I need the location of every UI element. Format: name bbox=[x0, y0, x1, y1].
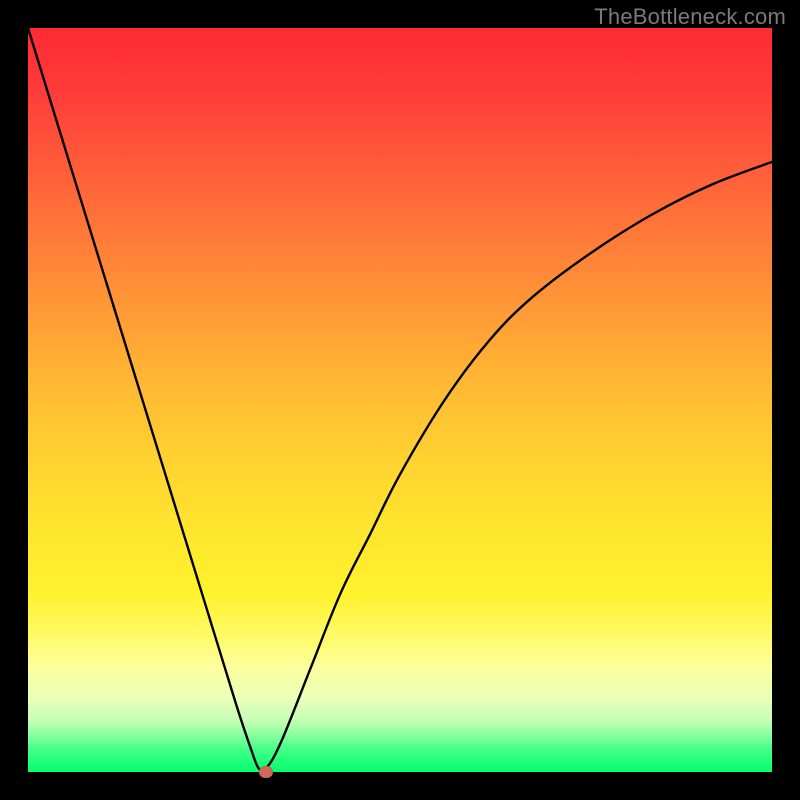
plot-area bbox=[28, 28, 772, 772]
watermark-text: TheBottleneck.com bbox=[594, 4, 786, 30]
chart-frame: TheBottleneck.com bbox=[0, 0, 800, 800]
curve-svg bbox=[28, 28, 772, 772]
bottleneck-curve-path bbox=[28, 28, 772, 771]
optimal-point-marker bbox=[259, 766, 273, 778]
